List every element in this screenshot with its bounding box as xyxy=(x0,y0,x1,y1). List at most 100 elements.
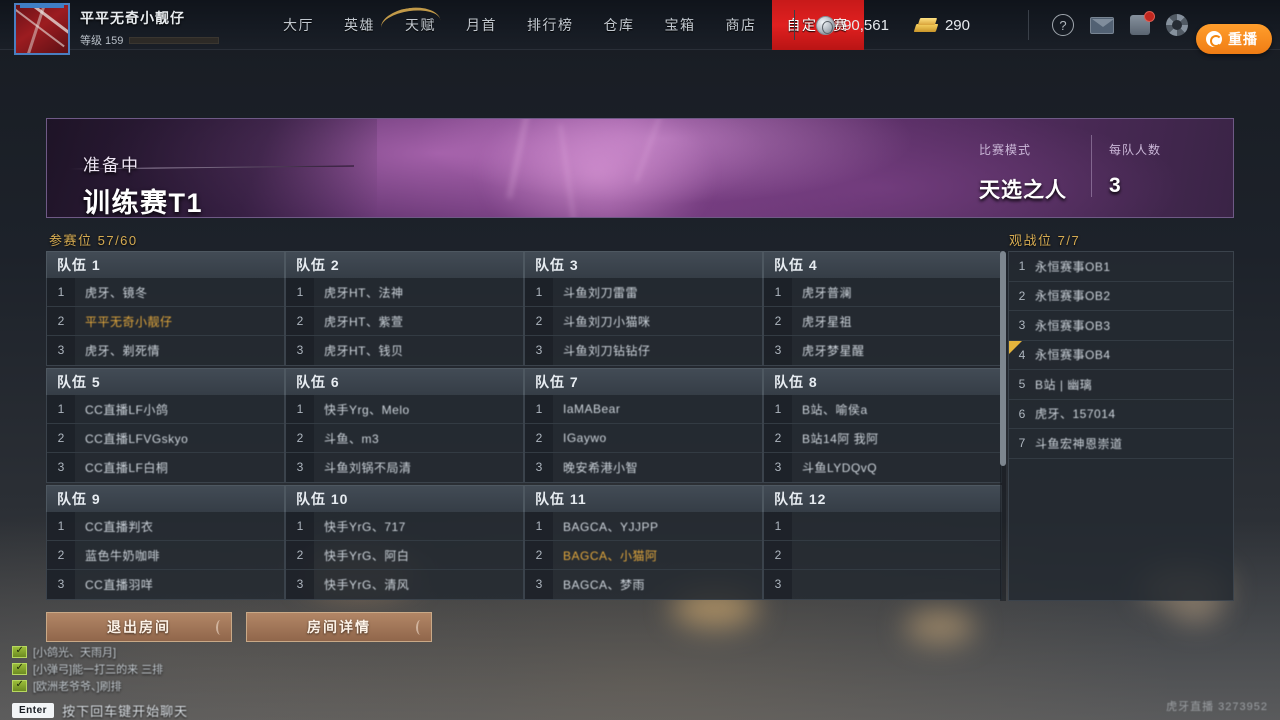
match-stat-0: 比赛模式 天选之人 xyxy=(961,129,1091,209)
team-card: 队伍 1 1 虎牙、镜冬 2 平平无奇小靓仔 3 虎牙、剃死情 xyxy=(46,251,285,366)
nav-item-2[interactable]: 天赋 xyxy=(390,0,451,50)
spectator-slot[interactable]: 2 永恒赛事OB2 xyxy=(1009,282,1233,311)
player-slot[interactable]: 2 IGaywo xyxy=(525,424,762,453)
player-slot[interactable]: 2 xyxy=(764,541,1001,570)
player-slot[interactable]: 1 BAGCA、YJJPP xyxy=(525,512,762,541)
player-slot[interactable]: 3 快手YrG、清风 xyxy=(286,570,523,599)
player-slot[interactable]: 3 虎牙梦星醒 xyxy=(764,336,1001,365)
player-slot[interactable]: 2 斗鱼刘刀小猫咪 xyxy=(525,307,762,336)
player-slot[interactable]: 1 快手Yrg、Melo xyxy=(286,395,523,424)
player-slot[interactable]: 1 IaMABear xyxy=(525,395,762,424)
nav-item-0[interactable]: 大厅 xyxy=(268,0,329,50)
room-details-button[interactable]: 房间详情 xyxy=(246,612,432,642)
avatar[interactable] xyxy=(14,3,70,55)
nav-item-7[interactable]: 商店 xyxy=(711,0,772,50)
spectator-list[interactable]: 1 永恒赛事OB1 2 永恒赛事OB2 3 永恒赛事OB3 4 永恒赛事OB4 5 B站 | 幽璃… xyxy=(1008,251,1234,601)
player-slot[interactable]: 1 CC直播判衣 xyxy=(47,512,284,541)
spectator-slot[interactable]: 1 永恒赛事OB1 xyxy=(1009,252,1233,282)
player-slot-index: 1 xyxy=(47,512,75,540)
player-slot[interactable]: 2 虎牙HT、紫萱 xyxy=(286,307,523,336)
player-slot[interactable]: 1 虎牙、镜冬 xyxy=(47,278,284,307)
nav-item-5[interactable]: 仓库 xyxy=(589,0,650,50)
player-slot[interactable]: 2 蓝色牛奶咖啡 xyxy=(47,541,284,570)
player-name: IaMABear xyxy=(563,402,621,416)
currency-item-0[interactable]: 90,561 xyxy=(816,15,889,35)
team-player-rows: 1 斗鱼刘刀雷雷 2 斗鱼刘刀小猫咪 3 斗鱼刘刀钻钻仔 xyxy=(524,278,763,366)
spectator-name: 永恒赛事OB1 xyxy=(1035,259,1111,274)
player-slot[interactable]: 3 CC直播LF白桐 xyxy=(47,453,284,482)
player-slot[interactable]: 1 CC直播LF小鸽 xyxy=(47,395,284,424)
player-slot[interactable]: 2 虎牙星祖 xyxy=(764,307,1001,336)
player-slot[interactable]: 3 xyxy=(764,570,1001,599)
player-slot[interactable]: 1 虎牙HT、法神 xyxy=(286,278,523,307)
chat-hint[interactable]: Enter 按下回车键开始聊天 xyxy=(12,701,352,720)
player-name: 蓝色牛奶咖啡 xyxy=(85,548,161,563)
spectator-slot[interactable]: 3 永恒赛事OB3 xyxy=(1009,311,1233,341)
player-info: 平平无奇小靓仔 等级 159 xyxy=(80,8,265,48)
player-slot[interactable]: 2 CC直播LFVGskyo xyxy=(47,424,284,453)
player-slot-index: 3 xyxy=(47,453,75,482)
replay-button-label: 重播 xyxy=(1228,31,1258,47)
notification-icon[interactable] xyxy=(1130,11,1155,35)
gear-icon[interactable] xyxy=(1166,14,1188,36)
spectator-slot[interactable]: 6 虎牙、157014 xyxy=(1009,400,1233,429)
chat-message-text: [小弹弓]能一打三的来 三排 xyxy=(33,663,164,676)
spectator-slot-index: 6 xyxy=(1018,406,1026,421)
player-slot[interactable]: 3 斗鱼LYDQvQ xyxy=(764,453,1001,482)
player-slot-index: 2 xyxy=(525,424,553,452)
spectator-name: 永恒赛事OB2 xyxy=(1035,289,1111,304)
player-slot[interactable]: 1 xyxy=(764,512,1001,541)
player-name: BAGCA、梦雨 xyxy=(563,578,646,592)
player-slot-index: 2 xyxy=(525,307,553,335)
player-name: 平平无奇小靓仔 xyxy=(80,10,185,26)
player-slot[interactable]: 2 快手YrG、阿白 xyxy=(286,541,523,570)
player-slot[interactable]: 3 CC直播羽咩 xyxy=(47,570,284,599)
player-slot-index: 1 xyxy=(286,395,314,423)
player-slot[interactable]: 3 虎牙HT、钱贝 xyxy=(286,336,523,365)
player-slot[interactable]: 2 斗鱼、m3 xyxy=(286,424,523,453)
team-name: 队伍 12 xyxy=(774,491,827,507)
help-icon-glyph: ? xyxy=(1059,17,1067,33)
nav-item-6[interactable]: 宝箱 xyxy=(650,0,711,50)
help-icon[interactable]: ? xyxy=(1052,14,1074,36)
replay-button[interactable]: 重播 xyxy=(1196,24,1272,54)
player-slot[interactable]: 3 BAGCA、梦雨 xyxy=(525,570,762,599)
currency-item-1[interactable]: 290 xyxy=(915,17,970,34)
team-header: 队伍 3 xyxy=(524,251,763,278)
player-slot[interactable]: 3 晚安希港小智 xyxy=(525,453,762,482)
teams-scrollbar-thumb[interactable] xyxy=(1000,251,1006,466)
player-slot[interactable]: 2 BAGCA、小猫阿 xyxy=(525,541,762,570)
team-header: 队伍 12 xyxy=(763,485,1002,512)
nav-item-label: 天赋 xyxy=(405,17,436,33)
spectator-slot[interactable]: 5 B站 | 幽璃 xyxy=(1009,370,1233,400)
spectator-slot[interactable]: 7 斗鱼宏神恩崇道 xyxy=(1009,429,1233,459)
player-slot[interactable]: 1 虎牙普澜 xyxy=(764,278,1001,307)
nav-item-1[interactable]: 英雄 xyxy=(329,0,390,50)
nav-item-4[interactable]: 排行榜 xyxy=(512,0,589,50)
player-slot[interactable]: 1 斗鱼刘刀雷雷 xyxy=(525,278,762,307)
system-icons: ? xyxy=(1028,0,1188,50)
nav-item-label: 商店 xyxy=(725,17,757,33)
teams-scrollbar[interactable] xyxy=(1000,251,1006,601)
player-slot-index: 3 xyxy=(525,453,553,482)
team-name: 队伍 11 xyxy=(535,491,587,507)
player-slot[interactable]: 2 B站14阿 我阿 xyxy=(764,424,1001,453)
spectator-slot[interactable]: 4 永恒赛事OB4 xyxy=(1009,340,1233,370)
chat-channel-icon xyxy=(12,662,27,675)
mail-icon[interactable] xyxy=(1090,16,1114,34)
player-slot[interactable]: 1 快手YrG、717 xyxy=(286,512,523,541)
player-slot[interactable]: 3 虎牙、剃死情 xyxy=(47,336,284,365)
teams-list[interactable]: 队伍 1 1 虎牙、镜冬 2 平平无奇小靓仔 3 虎牙、剃死情 队伍 2 1 虎牙HT、法神 2 虎牙… xyxy=(46,251,1006,601)
match-banner: 准备中 训练赛T1 比赛模式 天选之人 每队人数 3 xyxy=(46,118,1234,218)
nav-item-3[interactable]: 月首 xyxy=(451,0,512,50)
team-player-rows: 1 快手Yrg、Melo 2 斗鱼、m3 3 斗鱼刘锅不局清 xyxy=(285,395,524,483)
player-slot[interactable]: 1 B站、喻侯a xyxy=(764,395,1001,424)
player-slot[interactable]: 3 斗鱼刘锅不局清 xyxy=(286,453,523,482)
player-slot-index: 2 xyxy=(47,307,75,335)
player-slot[interactable]: 2 平平无奇小靓仔 xyxy=(47,307,284,336)
leave-room-button[interactable]: 退出房间 xyxy=(46,612,232,642)
currency-display: 90,561 290 xyxy=(794,0,970,50)
player-slot[interactable]: 3 斗鱼刘刀钻钻仔 xyxy=(525,336,762,365)
team-card: 队伍 10 1 快手YrG、717 2 快手YrG、阿白 3 快手YrG、清风 xyxy=(285,485,524,600)
player-name: 斗鱼刘刀钻钻仔 xyxy=(563,344,651,358)
